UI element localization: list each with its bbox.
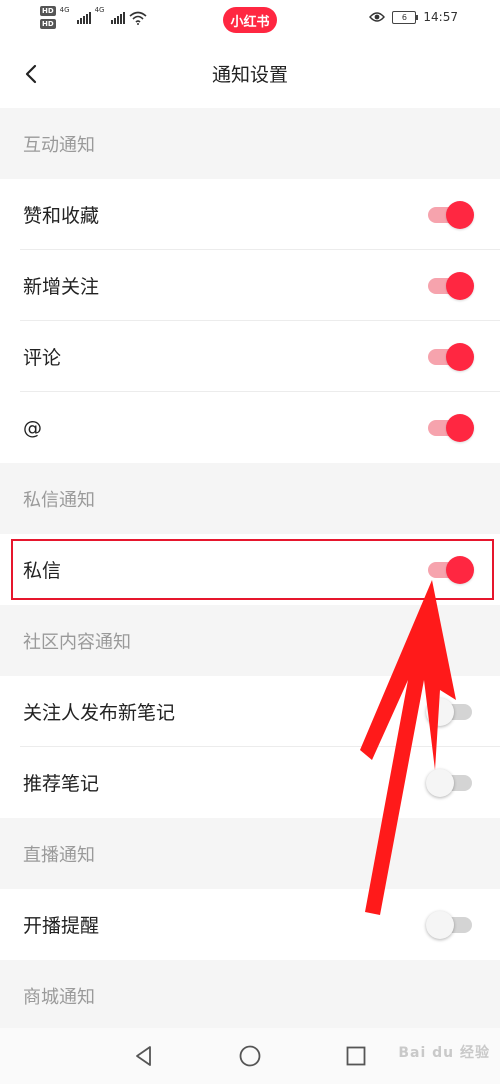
setting-label: 关注人发布新笔记: [23, 702, 176, 724]
status-right: 6 14:57: [369, 10, 458, 24]
toggle-switch[interactable]: [428, 556, 474, 584]
toggle-switch[interactable]: [428, 414, 474, 442]
hd-badge-2: HD: [40, 19, 56, 29]
setting-label: 开播提醒: [23, 915, 100, 937]
wifi-icon: [129, 11, 147, 25]
page-title: 通知设置: [211, 64, 288, 86]
nav-home-icon[interactable]: [238, 1044, 262, 1068]
section-header-mall: 商城通知: [0, 960, 500, 1031]
setting-row-followed-new-notes: 关注人发布新笔记: [0, 676, 500, 747]
system-nav-bar: Bai du 经验: [0, 1028, 500, 1084]
toggle-switch[interactable]: [428, 272, 474, 300]
watermark: Bai du 经验: [398, 1045, 490, 1061]
setting-row-live-reminder: 开播提醒: [0, 889, 500, 960]
setting-label: 新增关注: [23, 276, 100, 298]
nav-recents-icon[interactable]: [344, 1044, 368, 1068]
setting-row-likes-collects: 赞和收藏: [0, 179, 500, 250]
setting-row-recommended-notes: 推荐笔记: [0, 747, 500, 818]
setting-label: @: [23, 416, 42, 439]
setting-label: 评论: [23, 347, 62, 369]
status-bar: HD HD 4G 4G 小红书 6 14:57: [0, 0, 500, 40]
page-header: 通知设置: [0, 40, 500, 108]
signal-icon: [76, 11, 91, 24]
section-header-interaction: 互动通知: [0, 108, 500, 179]
section-header-live: 直播通知: [0, 818, 500, 889]
signal-icon-2: [111, 11, 126, 24]
toggle-switch[interactable]: [426, 769, 472, 797]
toggle-switch[interactable]: [426, 911, 472, 939]
setting-row-new-followers: 新增关注: [0, 250, 500, 321]
nav-back-icon[interactable]: [132, 1044, 156, 1068]
setting-label: 推荐笔记: [23, 773, 100, 795]
toggle-switch[interactable]: [428, 201, 474, 229]
section-header-community: 社区内容通知: [0, 605, 500, 676]
toggle-switch[interactable]: [428, 343, 474, 371]
settings-list: 互动通知 赞和收藏 新增关注 评论 @ 私信通知 私信 社区内容通知 关注人发布…: [0, 108, 500, 1031]
battery-indicator: 6: [392, 10, 419, 24]
setting-row-mentions: @: [0, 392, 500, 463]
section-header-message: 私信通知: [0, 463, 500, 534]
toggle-switch[interactable]: [426, 698, 472, 726]
network-label: 4G: [59, 6, 70, 14]
setting-row-private-message: 私信: [0, 534, 500, 605]
status-left: HD HD 4G 4G: [40, 6, 147, 29]
hd-badge: HD: [40, 6, 56, 16]
network-label-2: 4G: [94, 6, 105, 14]
setting-label: 赞和收藏: [23, 205, 100, 227]
setting-row-comments: 评论: [0, 321, 500, 392]
status-time: 14:57: [423, 10, 458, 24]
setting-label: 私信: [23, 560, 62, 582]
eye-icon: [369, 12, 386, 22]
app-badge: 小红书: [223, 7, 277, 33]
